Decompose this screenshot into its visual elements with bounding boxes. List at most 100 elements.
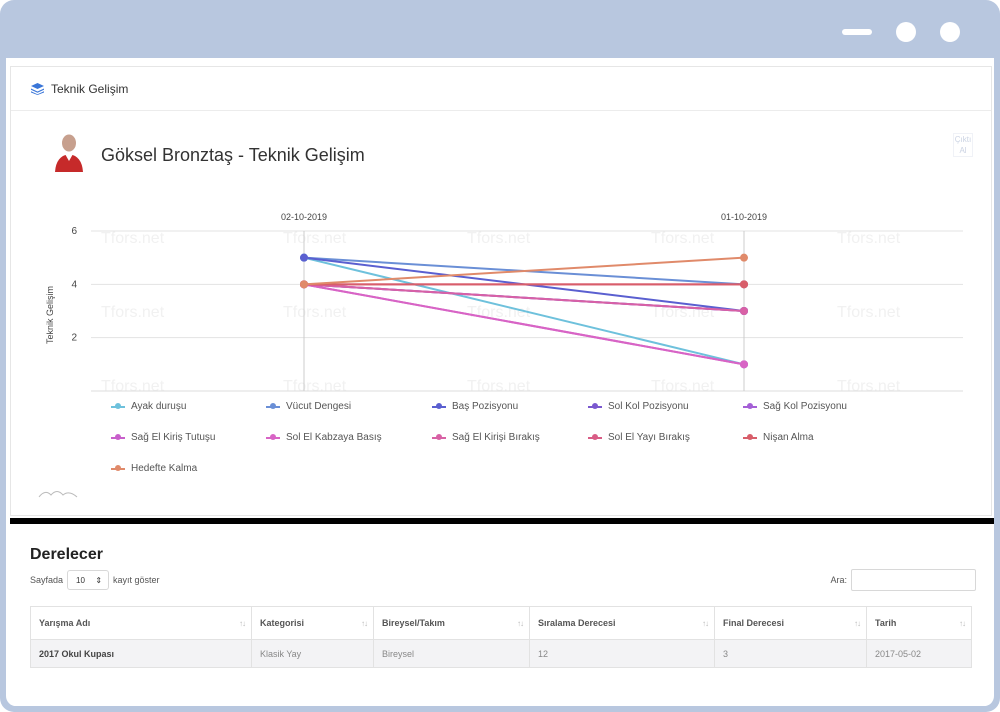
legend-label: Ayak duruşu: [131, 401, 187, 412]
sort-icon: ↑↓: [517, 619, 524, 628]
legend-label: Hedefte Kalma: [131, 463, 198, 474]
rankings-table: Yarışma Adı ↑↓ Kategorisi ↑↓ Bireysel/Takı…: [30, 606, 972, 668]
data-point: [740, 253, 748, 262]
maximize-button[interactable]: [896, 22, 916, 42]
watermark-text: Tfors.net: [837, 230, 901, 247]
watermark-text: Tfors.net: [837, 304, 901, 321]
y-tick-label: 2: [71, 333, 77, 344]
legend-swatch: [111, 464, 125, 471]
legend-item[interactable]: Baş Pozisyonu: [432, 401, 518, 412]
sort-icon: ↑↓: [854, 619, 861, 628]
column-header[interactable]: Bireysel/Takım ↑↓: [373, 606, 530, 640]
sort-icon: ↑↓: [702, 619, 709, 628]
close-button[interactable]: [940, 22, 960, 42]
watermark-text: Tfors.net: [101, 378, 165, 395]
search-label: Ara:: [830, 575, 847, 585]
legend-label: Sol El Yayı Bırakış: [608, 432, 690, 443]
column-label: Sıralama Derecesi: [538, 618, 616, 628]
column-label: Bireysel/Takım: [382, 618, 445, 628]
sort-icon: ↑↓: [361, 619, 368, 628]
column-label: Yarışma Adı: [39, 618, 91, 628]
table-cell: 2017-05-02: [866, 639, 972, 668]
table-search: Ara:: [830, 569, 976, 591]
table-cell: Klasik Yay: [251, 639, 374, 668]
legend-label: Baş Pozisyonu: [452, 401, 519, 412]
watermark-text: Tfors.net: [651, 378, 715, 395]
window-frame: Teknik Gelişim Göksel Bronztaş - Teknik …: [0, 0, 1000, 712]
length-suffix: kayıt göster: [113, 575, 160, 585]
sort-icon: ↑↓: [959, 619, 966, 628]
table-cell: Bireysel: [373, 639, 530, 668]
legend-item[interactable]: Ayak duruşu: [111, 401, 186, 412]
legend-label: Nişan Alma: [763, 432, 814, 443]
column-label: Final Derecesi: [723, 618, 785, 628]
table-header-row: Yarışma Adı ↑↓ Kategorisi ↑↓ Bireysel/Takı…: [30, 606, 972, 640]
column-label: Kategorisi: [260, 618, 305, 628]
window-controls: [842, 22, 960, 42]
watermark-text: Tfors.net: [467, 378, 531, 395]
table-cell: 12: [529, 639, 715, 668]
legend-swatch: [111, 433, 125, 440]
y-tick-label: 6: [71, 226, 77, 237]
length-prefix: Sayfada: [30, 575, 64, 585]
data-point: [740, 280, 748, 289]
legend-item[interactable]: Sol El Kabzaya Basış: [266, 432, 382, 443]
legend-swatch: [111, 402, 125, 409]
y-tick-label: 4: [71, 279, 77, 290]
watermark-text: Tfors.net: [101, 304, 165, 321]
legend-swatch: [432, 433, 446, 440]
legend-item[interactable]: Nişan Alma: [743, 432, 814, 443]
watermark-group: Tfors.net Tfors.net Tfors.net Tfors.net Tfor…: [101, 230, 901, 395]
watermark-text: Tfors.net: [101, 230, 165, 247]
series-line-6: [303, 283, 745, 366]
legend-label: Sağ El Kiriş Tutuşu: [131, 432, 216, 443]
page-length-control: Sayfada 10 ⇕ kayıt göster: [30, 570, 160, 590]
legend-swatch: [266, 402, 280, 409]
legend-item[interactable]: Sol Kol Pozisyonu: [588, 401, 689, 412]
watermark-text: Tfors.net: [283, 378, 347, 395]
y-axis-label: Teknik Gelişim: [45, 286, 55, 344]
page-content: Teknik Gelişim Göksel Bronztaş - Teknik …: [6, 58, 994, 706]
x-tick-label: 02-10-2019: [281, 212, 327, 222]
page-length-select[interactable]: 10 ⇕: [67, 570, 110, 590]
legend-label: Sol Kol Pozisyonu: [608, 401, 689, 412]
watermark-text: Tfors.net: [837, 378, 901, 395]
table-row[interactable]: 2017 Okul Kupası Klasik Yay Bireysel 12 …: [30, 639, 972, 668]
rankings-card: Derelecer Sayfada 10 ⇕ kayıt göster Ara:…: [10, 524, 992, 706]
column-header[interactable]: Tarih ↑↓: [866, 606, 972, 640]
minimize-button[interactable]: [842, 29, 872, 35]
watermark-text: Tfors.net: [283, 304, 347, 321]
watermark-text: Tfors.net: [651, 230, 715, 247]
search-input[interactable]: [851, 569, 976, 591]
data-point: [740, 360, 748, 369]
section-title: Derelecer: [30, 546, 103, 563]
legend-swatch: [743, 433, 757, 440]
sort-icon: ↑↓: [239, 619, 246, 628]
legend-swatch: [266, 433, 280, 440]
column-header[interactable]: Final Derecesi ↑↓: [714, 606, 867, 640]
watermark-text: Tfors.net: [283, 230, 347, 247]
legend-item[interactable]: Sağ Kol Pozisyonu: [743, 401, 847, 412]
development-card: Teknik Gelişim Göksel Bronztaş - Teknik …: [10, 66, 992, 516]
page-length-value: 10: [76, 575, 85, 585]
legend-item[interactable]: Sağ El Kiriş Tutuşu: [111, 432, 215, 443]
legend-item[interactable]: Sol El Yayı Bırakış: [588, 432, 690, 443]
data-point: [740, 307, 748, 315]
legend-item[interactable]: Hedefte Kalma: [111, 463, 197, 474]
legend-label: Sağ El Kirişi Bırakış: [452, 432, 540, 443]
data-point: [300, 253, 308, 262]
column-header[interactable]: Sıralama Derecesi ↑↓: [529, 606, 715, 640]
column-label: Tarih: [875, 618, 897, 628]
select-arrows-icon: ⇕: [95, 575, 103, 585]
x-tick-label: 01-10-2019: [721, 212, 767, 222]
legend-label: Vücut Dengesi: [286, 401, 352, 412]
legend-label: Sol El Kabzaya Basış: [286, 432, 382, 443]
legend-item[interactable]: Vücut Dengesi: [266, 401, 351, 412]
legend-item[interactable]: Sağ El Kirişi Bırakış: [432, 432, 540, 443]
watermark-text: Tfors.net: [467, 230, 531, 247]
column-header[interactable]: Kategorisi ↑↓: [251, 606, 374, 640]
table-cell: 3: [714, 639, 867, 668]
column-header[interactable]: Yarışma Adı ↑↓: [30, 606, 252, 640]
legend-swatch: [743, 402, 757, 409]
legend-swatch: [432, 402, 446, 409]
